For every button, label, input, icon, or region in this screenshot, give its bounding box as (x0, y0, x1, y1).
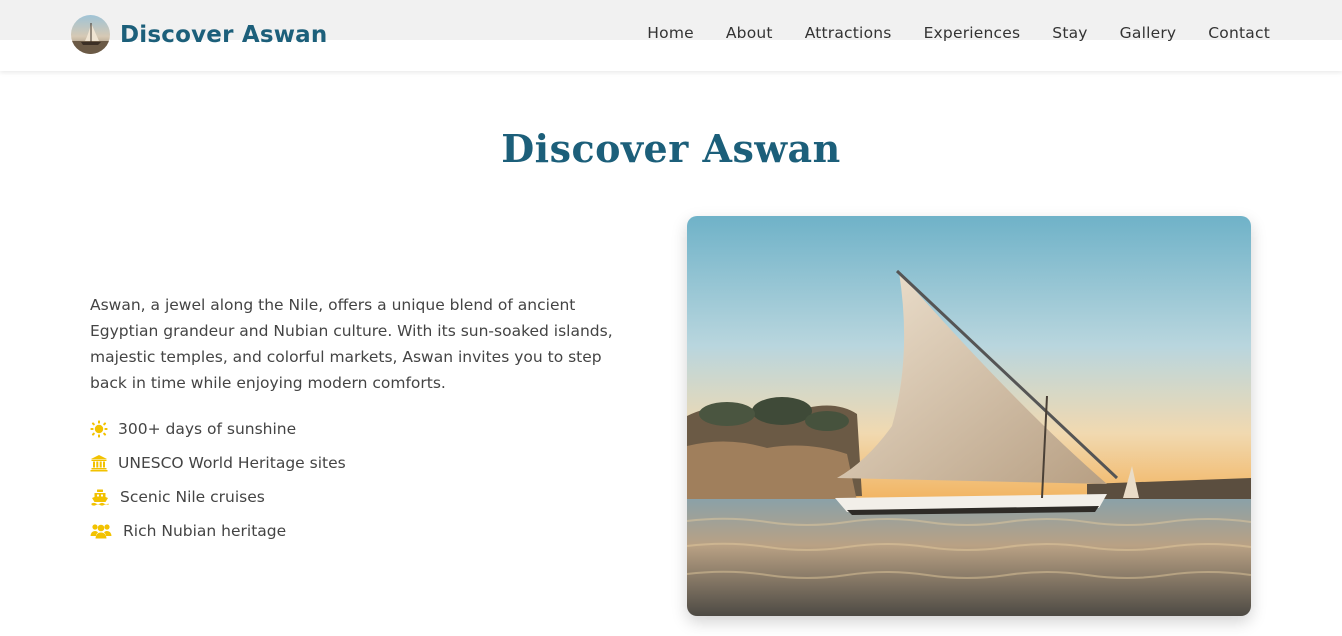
nav-link-experiences[interactable]: Experiences (924, 24, 1021, 42)
feature-item: Rich Nubian heritage (90, 514, 346, 548)
sun-icon (90, 420, 108, 438)
intro-paragraph: Aswan, a jewel along the Nile, offers a … (90, 296, 613, 392)
nav-link-stay[interactable]: Stay (1052, 24, 1087, 42)
ship-icon (91, 488, 109, 506)
nav-link-gallery[interactable]: Gallery (1120, 24, 1177, 42)
nav-link-about[interactable]: About (726, 24, 773, 42)
nav-link-attractions[interactable]: Attractions (805, 24, 892, 42)
feature-text: UNESCO World Heritage sites (118, 454, 346, 472)
navbar: Discover Aswan Home About Attractions Ex… (0, 0, 1342, 71)
nav-link-home[interactable]: Home (647, 24, 694, 42)
feature-text: 300+ days of sunshine (118, 420, 297, 438)
brand-name: Discover Aswan (120, 21, 328, 48)
nav-link-contact[interactable]: Contact (1208, 24, 1270, 42)
feature-list: 300+ days of sunshine UNESCO World Herit… (90, 412, 346, 548)
brand[interactable]: Discover Aswan (71, 15, 327, 54)
felucca-sailboat-on-nile-image (687, 216, 1251, 616)
users-icon (90, 522, 112, 540)
feature-text: Rich Nubian heritage (123, 522, 287, 540)
feature-text: Scenic Nile cruises (120, 488, 265, 506)
nav-menu: Home About Attractions Experiences Stay … (647, 24, 1270, 42)
feature-item: 300+ days of sunshine (90, 412, 346, 446)
feature-item: Scenic Nile cruises (90, 480, 346, 514)
felucca-logo-icon (71, 15, 110, 54)
feature-item: UNESCO World Heritage sites (90, 446, 346, 480)
section-title: Discover Aswan (501, 126, 841, 171)
landmark-icon (90, 454, 108, 472)
